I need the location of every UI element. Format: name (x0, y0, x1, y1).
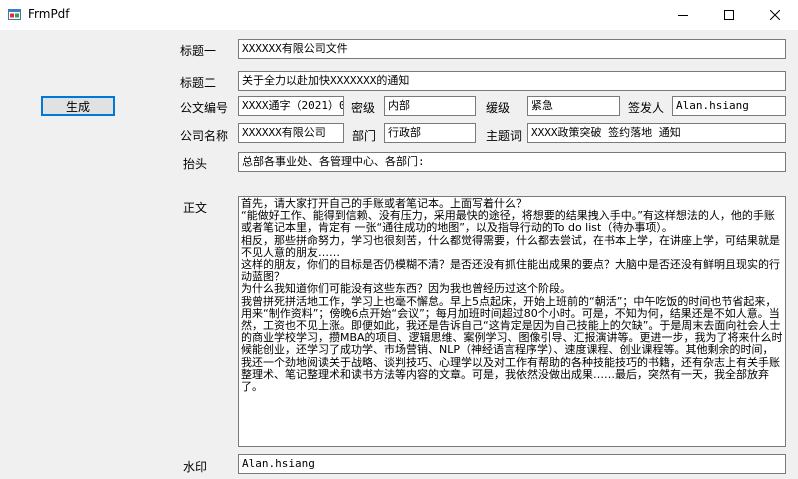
doc-no-label: 公文编号 (180, 101, 229, 115)
body-paragraph: “能做好工作、能得到信赖、没有压力，采用最快的途径，将想要的结果拽入手中。”有这… (241, 209, 775, 235)
watermark-label: 水印 (183, 460, 208, 474)
title1-input[interactable]: XXXXXX有限公司文件 (238, 39, 786, 59)
body-paragraph: 相反，那些拼命努力，学习也很刻苦，什么都觉得需要，什么都去尝试，在书本上学，在讲… (241, 233, 780, 259)
header-label: 抬头 (183, 157, 208, 171)
header-input[interactable]: 总部各事业处、各管理中心、各部门: (238, 152, 786, 172)
window-title: FrmPdf (28, 7, 70, 21)
keywords-input[interactable]: XXXX政策突破 签约落地 通知 (527, 123, 786, 143)
company-label: 公司名称 (180, 129, 229, 143)
body-paragraph: 我曾拼死拼活地工作，学习上也毫不懈怠。早上5点起床，开始上班前的“朝活”；中午吃… (241, 294, 783, 394)
dept-input[interactable]: 行政部 (384, 123, 476, 143)
title-bar: FrmPdf (0, 0, 798, 30)
title1-label: 标题一 (180, 44, 217, 58)
keywords-label: 主题词 (486, 129, 523, 143)
close-button[interactable] (752, 0, 798, 30)
urgency-label: 缓级 (486, 101, 511, 115)
body-label: 正文 (183, 201, 208, 215)
doc-no-input[interactable]: XXXX通字（2021）01 (238, 96, 344, 116)
company-input[interactable]: XXXXXX有限公司 (238, 123, 344, 143)
issuer-label: 签发人 (628, 101, 665, 115)
minimize-icon (678, 15, 688, 16)
generate-button[interactable]: 生成 (41, 96, 115, 116)
minimize-button[interactable] (660, 0, 706, 30)
app-icon (8, 9, 21, 20)
body-paragraph: 这样的朋友，你们的目标是否仍模糊不清？是否还没有抓住能出成果的要点？大脑中是否还… (241, 258, 780, 284)
body-paragraph: 为什么我知道你们可能没有这些东西？因为我也曾经历过这个阶段。 (241, 282, 571, 296)
body-textarea[interactable]: 首先，请大家打开自己的手账或者笔记本。上面写着什么？ “能做好工作、能得到信赖、… (238, 196, 786, 447)
dept-label: 部门 (352, 129, 377, 143)
watermark-input[interactable]: Alan.hsiang (238, 454, 786, 474)
secret-input[interactable]: 内部 (384, 96, 476, 116)
close-icon (770, 10, 780, 20)
urgency-input[interactable]: 紧急 (527, 96, 620, 116)
title2-label: 标题二 (180, 76, 217, 90)
maximize-icon (724, 10, 734, 20)
title2-input[interactable]: 关于全力以赴加快XXXXXXX的通知 (238, 71, 786, 91)
maximize-button[interactable] (706, 0, 752, 30)
secret-label: 密级 (351, 101, 376, 115)
issuer-input[interactable]: Alan.hsiang (672, 96, 786, 116)
